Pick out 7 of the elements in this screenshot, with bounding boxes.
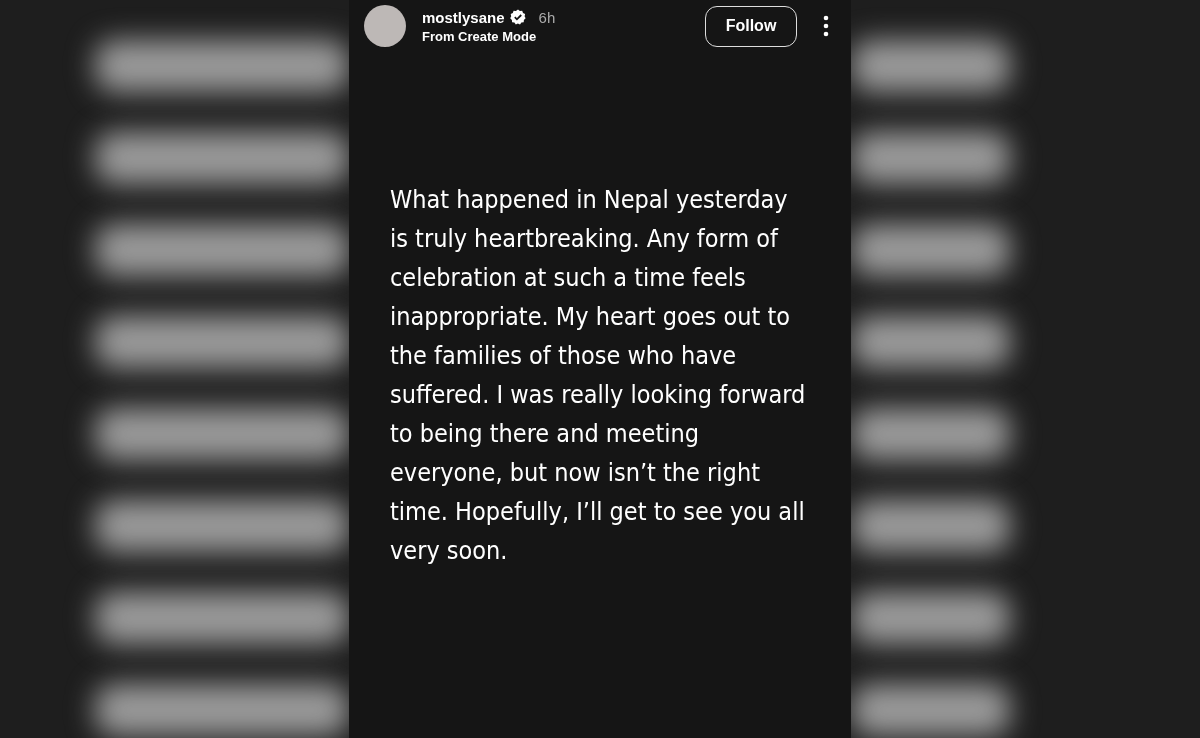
follow-button[interactable]: Follow [705, 5, 797, 47]
story-text: What happened in Nepal yesterday is truly heartbreaking. Any form of celebration at such a time feels inappropriate. My heart goes out to the families of those who have suffered. I was really looking forward to being there and meeting everyone, but now isn’t the right time. Hopefully, I’ll get to see you all very soon. [390, 184, 807, 567]
avatar[interactable] [364, 5, 406, 47]
more-options-icon[interactable] [823, 15, 829, 37]
subtitle: From Create Mode [422, 28, 538, 44]
username[interactable]: mostlysane [422, 8, 505, 26]
post-time: 6h [538, 8, 556, 26]
